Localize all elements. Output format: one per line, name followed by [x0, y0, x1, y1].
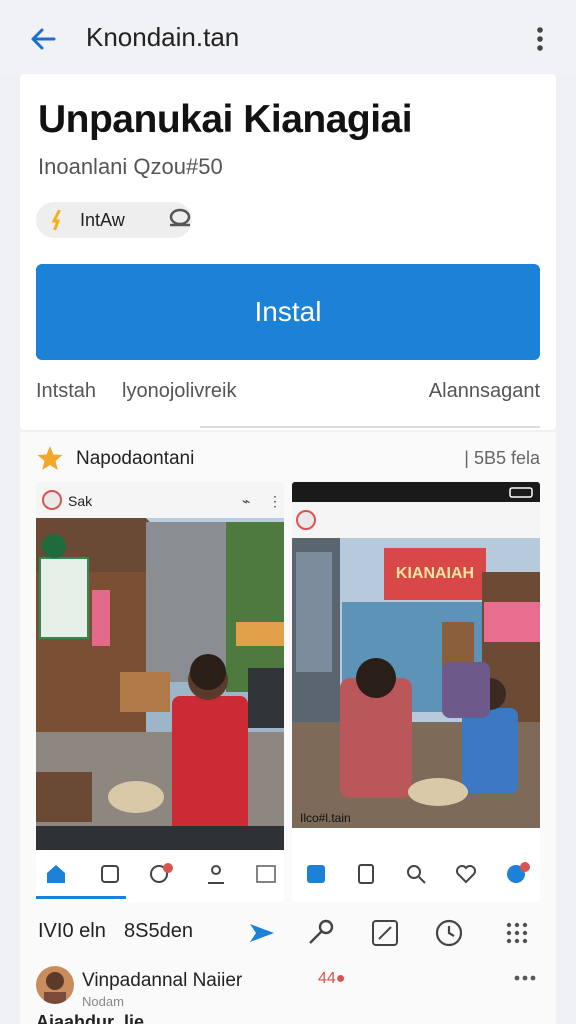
key-icon[interactable] [304, 916, 338, 950]
clock-icon[interactable] [432, 916, 466, 950]
profile-icon [208, 865, 224, 884]
chat-icon [150, 863, 173, 883]
screenshot-1-tab-label: Sak [68, 493, 93, 509]
heart-icon [456, 865, 476, 884]
cloud-icon [169, 208, 191, 227]
image-icon [256, 865, 276, 883]
card-divider [200, 426, 540, 428]
notification-icon [507, 862, 530, 883]
star-icon [37, 446, 63, 470]
page-title: Knondain.tan [86, 22, 240, 52]
rating-label: Napodaontani [76, 448, 195, 469]
app-developer: Inoanlani Qzou#50 [38, 154, 223, 179]
screenshot-2-nav [292, 850, 540, 902]
app-tag-label: IntAw [80, 210, 125, 230]
avatar [36, 966, 74, 1004]
svg-text:⌁: ⌁ [242, 493, 250, 509]
action-label-a: IVI0 eln [38, 920, 106, 942]
screenshot-1-nav [36, 850, 284, 902]
top-app-bar: Knondain.tan [0, 0, 576, 74]
app-title: Unpanukai Kianagiai [38, 98, 413, 141]
home-icon [47, 865, 65, 883]
meta-item-3: Alannsagant [428, 380, 540, 402]
more-options-icon[interactable] [512, 970, 538, 986]
reviewer-name: Vinpadannal Naiier [82, 970, 243, 991]
screenshot-2-caption: Ilco#l.tain [300, 811, 351, 825]
meta-item-2: lyonojolivreik [122, 380, 237, 402]
next-review-title: Ajaahdur .lie [36, 1012, 145, 1024]
action-label-b: 8S5den [124, 920, 193, 942]
bolt-icon [51, 210, 61, 230]
install-button[interactable]: Instal [36, 264, 540, 360]
svg-text:⋮: ⋮ [268, 493, 282, 509]
details-section: Napodaontani | 5B5 fela Sak ⌁ ⋮ KIANAIAH… [20, 432, 556, 1024]
action-row: IVI0 eln 8S5den [20, 910, 556, 958]
app-tag-chip[interactable]: IntAw [36, 202, 192, 238]
screenshot-1[interactable]: Sak ⌁ ⋮ [36, 482, 284, 902]
qr-code-icon[interactable] [500, 916, 534, 950]
more-options-icon[interactable] [526, 24, 554, 54]
search-icon [407, 865, 426, 884]
active-tab-indicator [36, 896, 126, 899]
screenshot-1-system-bar [36, 826, 284, 850]
rating-count: | 5B5 fela [464, 448, 540, 468]
screenshot-2[interactable]: KIANAIAH Ilco#l.tain [292, 482, 540, 902]
save-icon [307, 865, 325, 883]
translate-icon[interactable] [368, 916, 402, 950]
app-header-card: Unpanukai Kianagiai Inoanlani Qzou#50 In… [20, 74, 556, 430]
review-item[interactable]: Vinpadannal Naiier Nodam 44● Ajaahdur .l… [20, 962, 556, 1024]
bookmark-icon [101, 865, 119, 883]
meta-item-1: Intstah [36, 380, 97, 402]
rating-row[interactable]: Napodaontani | 5B5 fela [36, 444, 540, 474]
screenshot-2-image: KIANAIAH Ilco#l.tain [292, 482, 540, 902]
screenshot-2-sign-text: KIANAIAH [396, 565, 474, 582]
reviewer-subtext: Nodam [82, 994, 124, 1009]
list-icon [358, 864, 374, 884]
review-badge: 44● [318, 970, 346, 987]
app-meta-row: Intstah lyonojolivreik Alannsagant [20, 376, 556, 406]
send-icon[interactable] [244, 916, 278, 950]
back-arrow-icon[interactable] [26, 22, 60, 56]
